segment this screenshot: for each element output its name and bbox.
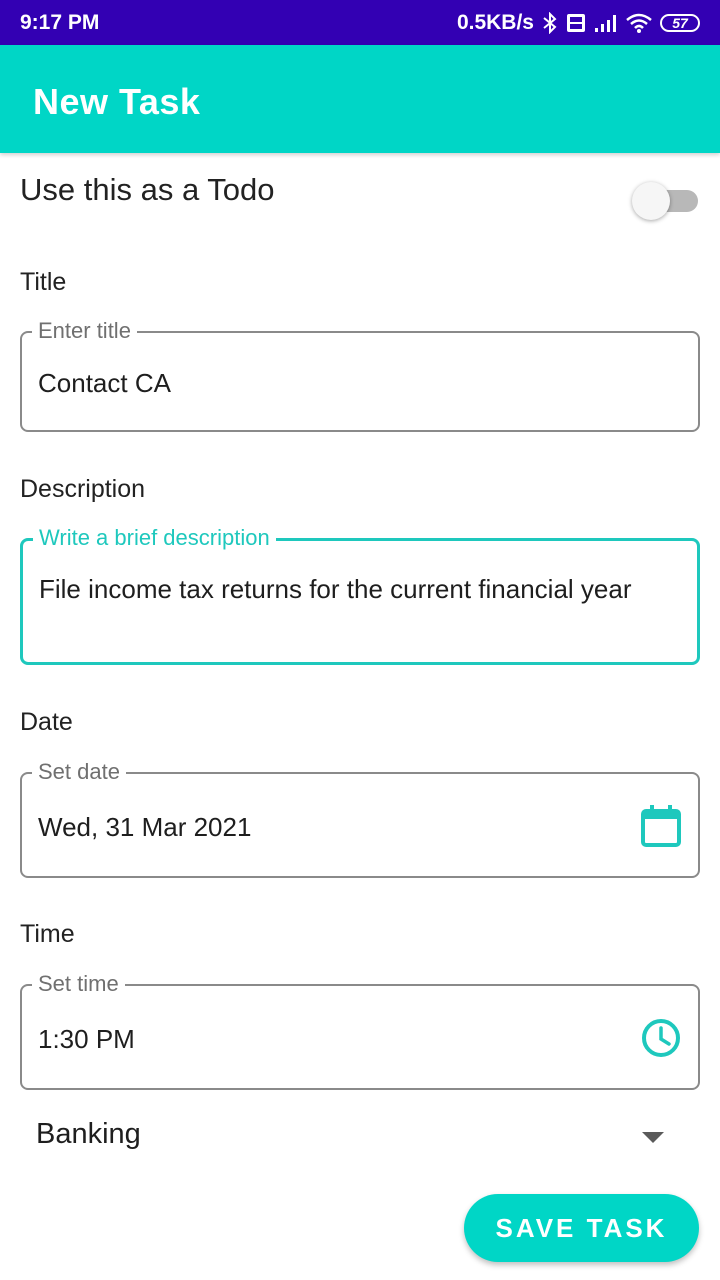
date-field[interactable]: Set date Wed, 31 Mar 2021 xyxy=(20,759,700,878)
category-dropdown[interactable]: Banking xyxy=(20,1108,700,1168)
time-section-label: Time xyxy=(20,920,75,948)
date-section-label: Date xyxy=(20,708,73,736)
time-field[interactable]: Set time 1:30 PM xyxy=(20,971,700,1090)
title-field[interactable]: Enter title Contact CA xyxy=(20,318,700,432)
network-speed: 0.5KB/s xyxy=(456,10,534,34)
category-selected: Banking xyxy=(36,1118,141,1150)
description-section-label: Description xyxy=(20,475,146,503)
save-task-button[interactable]: SAVE TASK xyxy=(464,1194,699,1262)
todo-switch[interactable] xyxy=(632,182,698,220)
dropdown-arrow-icon xyxy=(642,1132,664,1143)
app-bar: New Task xyxy=(0,45,720,153)
time-field-value[interactable]: 1:30 PM xyxy=(38,1024,135,1055)
signal-icon xyxy=(594,14,618,32)
title-field-legend: Enter title xyxy=(32,318,137,344)
clock-icon[interactable] xyxy=(640,1017,682,1064)
status-time: 9:17 PM xyxy=(20,10,100,34)
battery-level: 57 xyxy=(672,14,688,31)
description-field-value[interactable]: File income tax returns for the current … xyxy=(39,574,631,605)
status-icons: 0.5KB/s 57 xyxy=(457,11,700,35)
wifi-icon xyxy=(626,13,652,33)
description-field[interactable]: Write a brief description File income ta… xyxy=(20,525,700,665)
date-field-legend: Set date xyxy=(32,759,126,785)
calendar-icon[interactable] xyxy=(640,804,682,853)
bluetooth-icon xyxy=(542,11,558,34)
title-field-value[interactable]: Contact CA xyxy=(38,368,171,399)
switch-thumb xyxy=(632,182,670,220)
date-field-value[interactable]: Wed, 31 Mar 2021 xyxy=(38,812,251,843)
title-section-label: Title xyxy=(20,268,67,296)
page-title: New Task xyxy=(33,81,201,122)
description-field-legend: Write a brief description xyxy=(33,525,276,551)
status-bar: 9:17 PM 0.5KB/s 57 xyxy=(0,0,720,45)
todo-toggle-row[interactable]: Use this as a Todo xyxy=(20,170,700,220)
volte-icon xyxy=(566,13,586,33)
todo-label: Use this as a Todo xyxy=(20,172,275,207)
time-field-legend: Set time xyxy=(32,971,125,997)
battery-icon: 57 xyxy=(660,13,700,32)
